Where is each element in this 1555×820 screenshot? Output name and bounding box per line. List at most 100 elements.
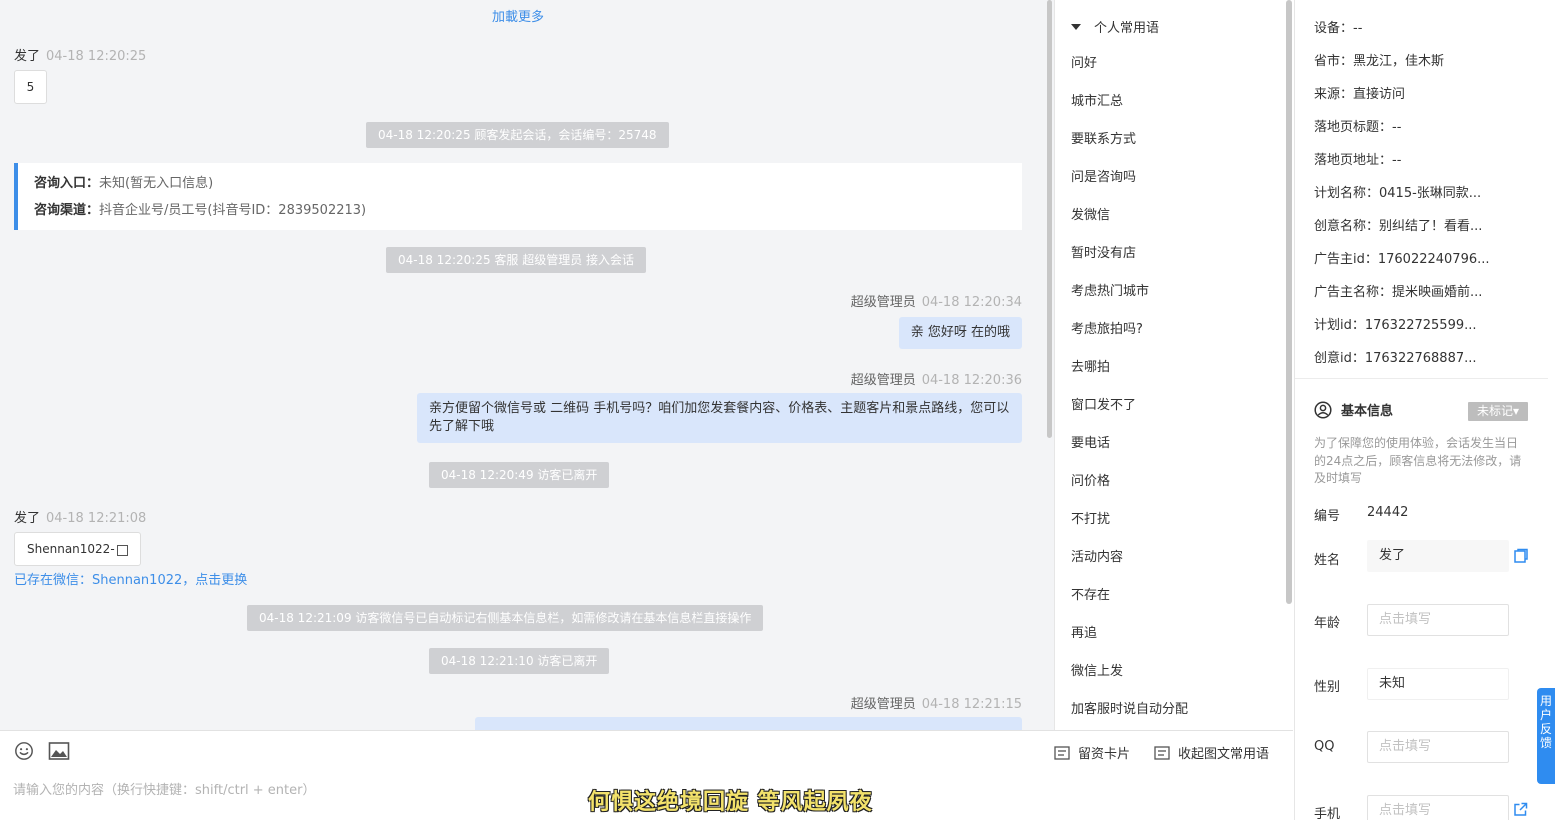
- lead-card-label: 留资卡片: [1078, 747, 1131, 762]
- quick-reply-item[interactable]: 不存在: [1071, 577, 1271, 615]
- meta-creative-name: 创意名称：别纠结了！看看...: [1314, 219, 1483, 234]
- sender-name: 超级管理员: [850, 697, 916, 712]
- edit-icon[interactable]: [1513, 548, 1529, 564]
- agent-message-bubble: [475, 717, 1022, 730]
- quick-reply-item[interactable]: 问好: [1071, 45, 1271, 83]
- quick-reply-item[interactable]: 要电话: [1071, 425, 1271, 463]
- message-header: 超级管理员 04-18 12:20:34: [851, 291, 1022, 310]
- quick-reply-item[interactable]: 暂时没有店: [1071, 235, 1271, 273]
- sender-name: 发了: [14, 511, 41, 526]
- chat-scrollbar-thumb[interactable]: [1047, 0, 1052, 438]
- channel-label: 咨询渠道：: [34, 203, 100, 218]
- quick-reply-item[interactable]: 考虑热门城市: [1071, 273, 1271, 311]
- card-icon: [1054, 745, 1070, 760]
- name-field[interactable]: 发了: [1367, 540, 1509, 572]
- sender-name: 超级管理员: [850, 373, 916, 388]
- gender-label: 性别: [1314, 680, 1341, 695]
- user-feedback-tab[interactable]: 用 户 反 馈: [1537, 688, 1555, 784]
- quick-reply-item[interactable]: 窗口发不了: [1071, 387, 1271, 425]
- quick-reply-item[interactable]: 活动内容: [1071, 539, 1271, 577]
- copy-icon[interactable]: [116, 544, 128, 556]
- quick-replies-title: 个人常用语: [1094, 21, 1160, 36]
- sender-name: 发了: [14, 49, 41, 64]
- feedback-char: 用: [1539, 694, 1552, 708]
- chat-scrollbar[interactable]: [1045, 0, 1054, 730]
- wechat-id-text: Shennan1022-: [27, 542, 115, 556]
- phone-input[interactable]: 点击填写: [1367, 795, 1509, 820]
- message-time: 04-18 12:20:36: [921, 373, 1022, 388]
- quick-replies-header[interactable]: 个人常用语: [1071, 17, 1159, 36]
- message-time: 04-18 12:20:25: [46, 49, 147, 64]
- system-message: 04-18 12:20:49 访客已离开: [429, 462, 610, 488]
- meta-region: 省市：黑龙江，佳木斯: [1314, 54, 1445, 69]
- edit-notice: 为了保障您的使用体验，会话发生当日的24点之后，顾客信息将无法修改，请及时填写: [1314, 436, 1522, 485]
- meta-advertiser-name: 广告主名称：提米映画婚前...: [1314, 285, 1483, 300]
- quick-reply-item[interactable]: 问价格: [1071, 463, 1271, 501]
- qq-label: QQ: [1314, 739, 1335, 754]
- message-input[interactable]: 请输入您的内容（换行快捷键：shift/ctrl + enter）: [13, 779, 316, 798]
- visit-meta-list: 设备：-- 省市：黑龙江，佳木斯 来源：直接访问 落地页标题：-- 落地页地址：…: [1314, 12, 1490, 375]
- age-input[interactable]: 点击填写: [1367, 604, 1509, 636]
- external-link-icon[interactable]: [1513, 802, 1528, 817]
- message-icon: [1154, 745, 1170, 760]
- quick-replies-list: 问好 城市汇总 要联系方式 问是咨询吗 发微信 暂时没有店 考虑热门城市 考虑旅…: [1071, 45, 1271, 729]
- quick-reply-item[interactable]: 加客服时说自动分配: [1071, 691, 1271, 729]
- lead-card-button[interactable]: 留资卡片: [1054, 743, 1130, 762]
- quick-reply-item[interactable]: 考虑旅拍吗?: [1071, 311, 1271, 349]
- meta-landing-url: 落地页地址：--: [1314, 153, 1402, 168]
- basic-info-title: 基本信息: [1341, 404, 1394, 419]
- quick-reply-item[interactable]: 去哪拍: [1071, 349, 1271, 387]
- agent-message-bubble: 亲方便留个微信号或 二维码 手机号吗？咱们加您发套餐内容、价格表、主题客片和景点…: [417, 393, 1022, 443]
- quick-reply-item[interactable]: 再追: [1071, 615, 1271, 653]
- video-subtitle-overlay: 何惧这绝境回旋 等风起夙夜: [588, 790, 873, 815]
- message-time: 04-18 12:20:34: [921, 295, 1022, 310]
- consult-info-card: 咨询入口：未知(暂无入口信息) 咨询渠道：抖音企业号/员工号(抖音号ID：283…: [14, 163, 1022, 230]
- collapse-phrases-label: 收起图文常用语: [1178, 747, 1270, 762]
- load-more-link[interactable]: 加載更多: [0, 6, 1036, 25]
- basic-info-header: 基本信息: [1314, 400, 1393, 419]
- system-message: 04-18 12:21:09 访客微信号已自动标记右侧基本信息栏，如需修改请在基…: [247, 605, 764, 631]
- message-input-area: 留资卡片 收起图文常用语 请输入您的内容（换行快捷键：shift/ctrl + …: [0, 730, 1293, 820]
- quick-reply-item[interactable]: 微信上发: [1071, 653, 1271, 691]
- id-value: 24442: [1367, 505, 1409, 520]
- customer-message-bubble: Shennan1022-: [14, 532, 141, 566]
- meta-plan-id: 计划id：176322725599...: [1314, 318, 1477, 333]
- entry-value: 未知(暂无入口信息): [99, 176, 214, 191]
- quick-reply-item[interactable]: 问是咨询吗: [1071, 159, 1271, 197]
- agent-message-bubble: 亲 您好呀 在的哦: [898, 317, 1022, 349]
- tag-dropdown[interactable]: 未标记▾: [1468, 402, 1528, 421]
- id-label: 编号: [1314, 509, 1341, 524]
- change-wechat-link[interactable]: 已存在微信：Shennan1022，点击更换: [14, 569, 247, 588]
- gender-select[interactable]: 未知: [1367, 668, 1509, 700]
- meta-plan-name: 计划名称：0415-张琳同款...: [1314, 186, 1482, 201]
- meta-advertiser-id: 广告主id：176022240796...: [1314, 252, 1490, 267]
- system-message: 04-18 12:20:25 顾客发起会话，会话编号：25748: [366, 122, 669, 148]
- image-icon[interactable]: [48, 741, 70, 761]
- collapse-phrases-button[interactable]: 收起图文常用语: [1154, 743, 1269, 762]
- meta-device: 设备：--: [1314, 21, 1363, 36]
- quick-replies-panel: 个人常用语 问好 城市汇总 要联系方式 问是咨询吗 发微信 暂时没有店 考虑热门…: [1054, 0, 1294, 730]
- chat-panel: 加載更多 发了 04-18 12:20:25 5 04-18 12:20:25 顾…: [0, 0, 1045, 730]
- channel-value: 抖音企业号/员工号(抖音号ID：2839502213): [99, 203, 367, 218]
- customer-message-bubble: 5: [14, 70, 47, 104]
- message-header: 发了 04-18 12:21:08: [14, 507, 146, 526]
- qq-input[interactable]: 点击填写: [1367, 731, 1509, 763]
- user-circle-icon: [1314, 400, 1332, 419]
- emoji-icon[interactable]: [13, 741, 35, 761]
- quick-reply-item[interactable]: 不打扰: [1071, 501, 1271, 539]
- message-header: 超级管理员 04-18 12:21:15: [851, 693, 1022, 712]
- quick-replies-scrollbar[interactable]: [1286, 0, 1292, 604]
- phone-label: 手机: [1314, 807, 1341, 820]
- age-label: 年龄: [1314, 616, 1341, 631]
- system-message: 04-18 12:20:25 客服 超级管理员 接入会话: [386, 247, 647, 273]
- meta-source: 来源：直接访问: [1314, 87, 1406, 102]
- quick-reply-item[interactable]: 要联系方式: [1071, 121, 1271, 159]
- customer-info-panel: 设备：-- 省市：黑龙江，佳木斯 来源：直接访问 落地页标题：-- 落地页地址：…: [1294, 0, 1548, 820]
- message-header: 发了 04-18 12:20:25: [14, 45, 146, 64]
- meta-landing-title: 落地页标题：--: [1314, 120, 1402, 135]
- message-time: 04-18 12:21:15: [921, 697, 1022, 712]
- quick-reply-item[interactable]: 城市汇总: [1071, 83, 1271, 121]
- name-label: 姓名: [1314, 553, 1341, 568]
- quick-reply-item[interactable]: 发微信: [1071, 197, 1271, 235]
- system-message: 04-18 12:21:10 访客已离开: [429, 648, 610, 674]
